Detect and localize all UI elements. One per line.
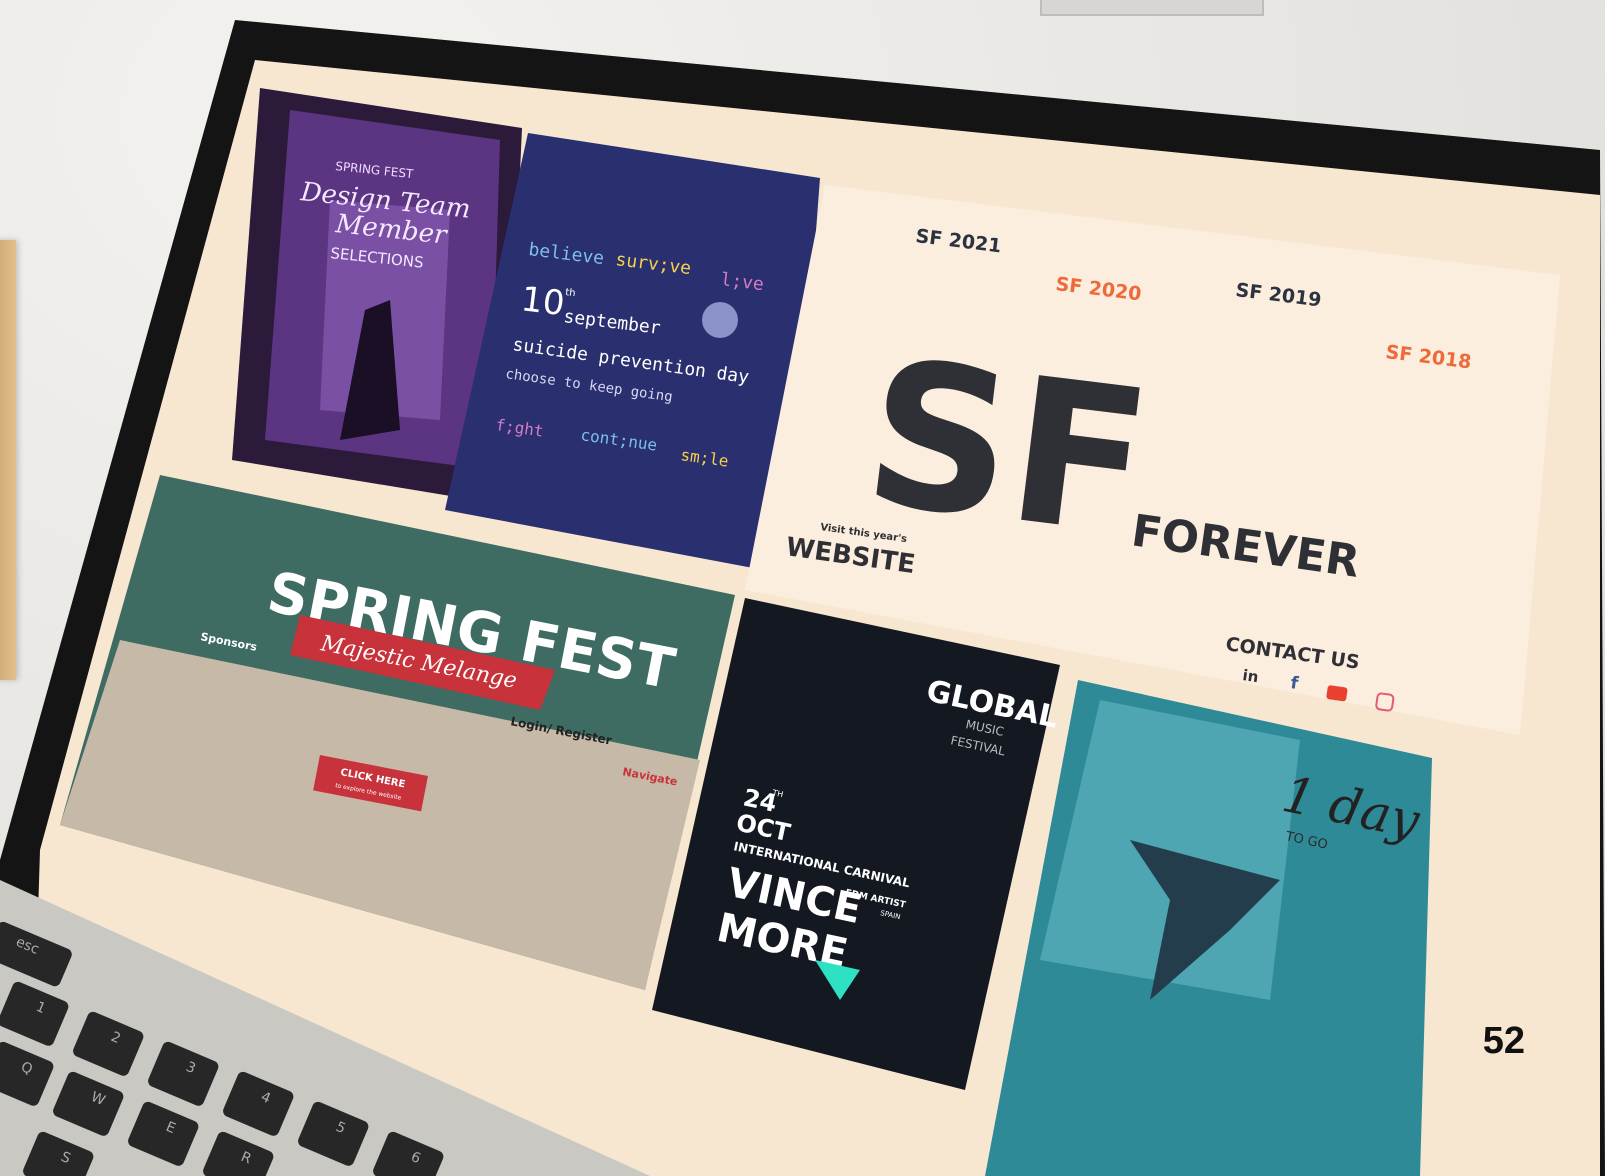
- page-number: 52: [1482, 1020, 1525, 1062]
- youtube-icon[interactable]: [1326, 685, 1348, 702]
- date-number: 10: [519, 279, 567, 324]
- laptop-scene: SPRING FEST Design Team Member SELECTION…: [0, 20, 1605, 1176]
- date-sup: th: [565, 287, 577, 299]
- laptop: SPRING FEST Design Team Member SELECTION…: [0, 0, 1605, 1176]
- linkedin-icon[interactable]: in: [1241, 666, 1259, 686]
